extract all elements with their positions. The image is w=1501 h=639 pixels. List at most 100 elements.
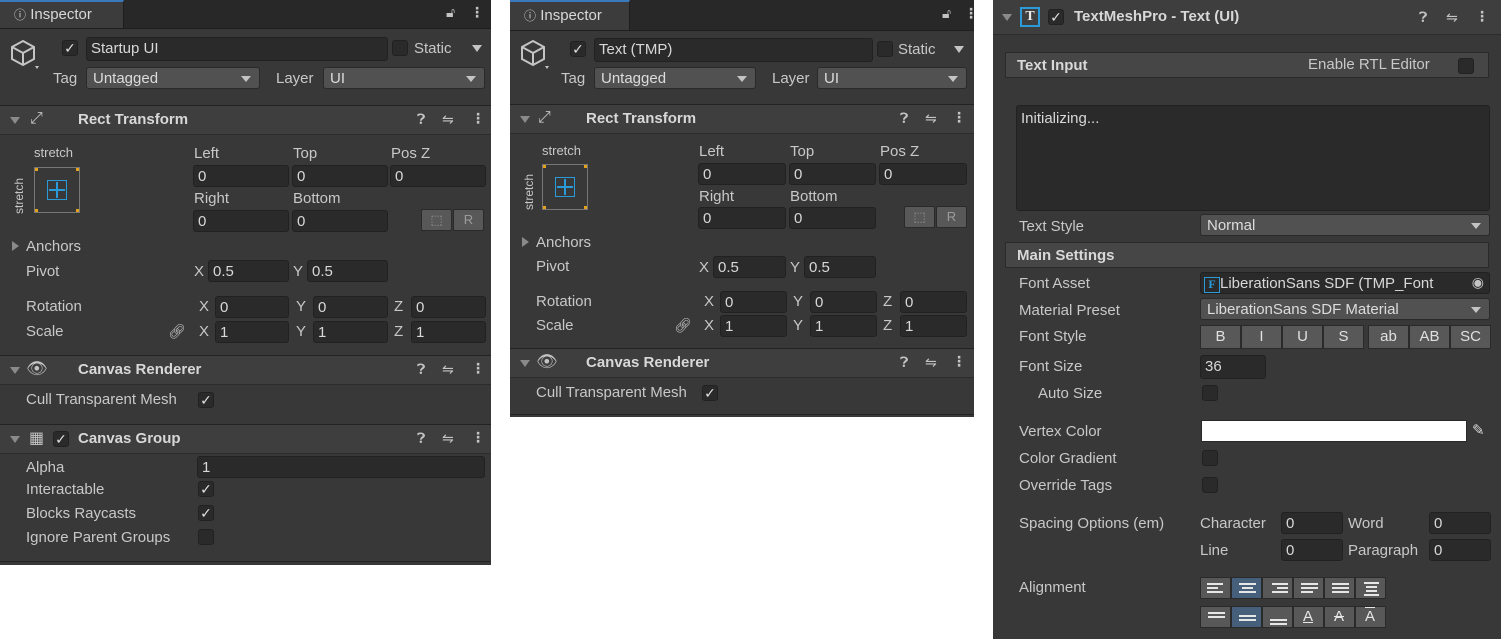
- kebab-menu-icon[interactable]: ⋮: [471, 360, 485, 377]
- align-bottom-button[interactable]: [1262, 606, 1293, 628]
- bottom-field[interactable]: 0: [292, 210, 388, 232]
- object-picker-icon[interactable]: ◉: [1472, 274, 1484, 291]
- align-midline-button[interactable]: A: [1324, 606, 1355, 628]
- scale-y-field[interactable]: 1: [810, 315, 877, 337]
- kebab-menu-icon[interactable]: ⋮: [470, 4, 484, 21]
- italic-button[interactable]: I: [1241, 325, 1282, 349]
- presets-icon[interactable]: ⇋: [442, 430, 454, 447]
- static-checkbox[interactable]: [877, 41, 893, 57]
- blueprint-mode-button[interactable]: ⬚: [421, 209, 452, 231]
- tmp-header[interactable]: T ✓ TextMeshPro - Text (UI) ❓︎ ⇋ ⋮: [993, 0, 1501, 35]
- scale-x-label[interactable]: X: [199, 323, 209, 340]
- constrain-proportions-icon[interactable]: 🔗︎: [674, 317, 692, 334]
- foldout-arrow[interactable]: [520, 360, 530, 367]
- foldout-arrow[interactable]: [10, 117, 20, 124]
- strikethrough-button[interactable]: S: [1323, 325, 1364, 349]
- gameobject-icon[interactable]: [519, 38, 549, 70]
- tab-inspector[interactable]: ⓘ Inspector: [510, 0, 630, 30]
- pivot-x-field[interactable]: 0.5: [713, 256, 786, 278]
- static-checkbox[interactable]: [392, 40, 408, 56]
- tag-dropdown[interactable]: Untagged: [86, 67, 260, 89]
- posz-field[interactable]: 0: [879, 163, 967, 185]
- anchor-presets-button[interactable]: [542, 164, 588, 210]
- help-icon[interactable]: ❓︎: [900, 354, 908, 371]
- layer-dropdown[interactable]: UI: [817, 67, 967, 89]
- foldout-arrow[interactable]: [10, 367, 20, 374]
- align-middle-button[interactable]: [1231, 606, 1262, 628]
- override-tags-checkbox[interactable]: [1202, 477, 1218, 493]
- font-asset-field[interactable]: F LiberationSans SDF (TMP_Font ◉: [1200, 272, 1490, 294]
- help-icon[interactable]: ❓︎: [417, 361, 425, 378]
- pivot-x-label[interactable]: X: [699, 259, 709, 276]
- scale-z-label[interactable]: Z: [394, 323, 403, 340]
- lock-icon[interactable]: 🔓︎: [446, 4, 455, 21]
- rotation-x-field[interactable]: 0: [720, 291, 787, 313]
- ignore-parent-groups-checkbox[interactable]: [198, 529, 214, 545]
- static-dropdown-arrow[interactable]: [954, 46, 964, 53]
- pivot-y-label[interactable]: Y: [790, 259, 800, 276]
- left-field[interactable]: 0: [193, 165, 289, 187]
- rotation-x-field[interactable]: 0: [215, 296, 289, 318]
- scale-z-label[interactable]: Z: [883, 317, 892, 334]
- scale-x-field[interactable]: 1: [720, 315, 787, 337]
- alpha-field[interactable]: 1: [197, 456, 485, 478]
- align-left-button[interactable]: [1200, 577, 1231, 599]
- anchors-label[interactable]: Anchors: [536, 234, 591, 251]
- constrain-proportions-icon[interactable]: 🔗︎: [168, 323, 186, 340]
- rotation-y-field[interactable]: 0: [313, 296, 388, 318]
- paragraph-spacing-field[interactable]: 0: [1429, 539, 1491, 561]
- align-geometry-center-button[interactable]: [1355, 577, 1386, 599]
- align-flush-button[interactable]: [1324, 577, 1355, 599]
- rotation-z-label[interactable]: Z: [883, 293, 892, 310]
- rtl-editor-checkbox[interactable]: [1458, 58, 1474, 74]
- smallcaps-button[interactable]: SC: [1450, 325, 1491, 349]
- material-preset-dropdown[interactable]: LiberationSans SDF Material: [1200, 298, 1490, 320]
- line-spacing-field[interactable]: 0: [1281, 539, 1343, 561]
- right-field[interactable]: 0: [698, 207, 786, 229]
- rotation-z-field[interactable]: 0: [900, 291, 967, 313]
- align-top-button[interactable]: [1200, 606, 1231, 628]
- canvas-group-header[interactable]: ▦ ✓ Canvas Group ❓︎ ⇋ ⋮: [0, 424, 491, 454]
- anchors-label[interactable]: Anchors: [26, 238, 81, 255]
- canvas-group-enabled-checkbox[interactable]: ✓: [53, 431, 69, 447]
- rect-transform-header[interactable]: ⤢ Rect Transform ❓︎ ⇋ ⋮: [0, 105, 491, 135]
- bold-button[interactable]: B: [1200, 325, 1241, 349]
- presets-icon[interactable]: ⇋: [925, 110, 937, 127]
- posz-field[interactable]: 0: [390, 165, 486, 187]
- scale-z-field[interactable]: 1: [900, 315, 967, 337]
- cull-transparent-mesh-checkbox[interactable]: ✓: [198, 392, 214, 408]
- underline-button[interactable]: U: [1282, 325, 1323, 349]
- font-size-field[interactable]: 36: [1200, 355, 1266, 379]
- pivot-y-field[interactable]: 0.5: [804, 256, 876, 278]
- text-style-dropdown[interactable]: Normal: [1200, 214, 1490, 236]
- static-dropdown-arrow[interactable]: [472, 45, 482, 52]
- presets-icon[interactable]: ⇋: [925, 354, 937, 371]
- canvas-renderer-header[interactable]: 👁︎ Canvas Renderer ❓︎ ⇋ ⋮: [510, 348, 974, 378]
- kebab-menu-icon[interactable]: ⋮: [1475, 8, 1489, 25]
- top-field[interactable]: 0: [789, 163, 876, 185]
- presets-icon[interactable]: ⇋: [442, 111, 454, 128]
- active-checkbox[interactable]: ✓: [62, 40, 78, 56]
- blocks-raycasts-checkbox[interactable]: ✓: [198, 505, 214, 521]
- align-right-button[interactable]: [1262, 577, 1293, 599]
- rotation-y-label[interactable]: Y: [793, 293, 803, 310]
- align-baseline-button[interactable]: A: [1293, 606, 1324, 628]
- uppercase-button[interactable]: AB: [1409, 325, 1450, 349]
- presets-icon[interactable]: ⇋: [442, 361, 454, 378]
- kebab-menu-icon[interactable]: ⋮: [964, 5, 978, 22]
- scale-z-field[interactable]: 1: [411, 321, 486, 343]
- rect-transform-header[interactable]: ⤢ Rect Transform ❓︎ ⇋ ⋮: [510, 104, 974, 134]
- align-capline-button[interactable]: A: [1355, 606, 1386, 628]
- tag-dropdown[interactable]: Untagged: [594, 67, 756, 89]
- object-name-field[interactable]: Startup UI: [86, 37, 388, 61]
- layer-dropdown[interactable]: UI: [323, 67, 485, 89]
- rotation-y-field[interactable]: 0: [810, 291, 877, 313]
- rotation-z-field[interactable]: 0: [411, 296, 486, 318]
- rotation-x-label[interactable]: X: [199, 298, 209, 315]
- right-field[interactable]: 0: [193, 210, 289, 232]
- rotation-z-label[interactable]: Z: [394, 298, 403, 315]
- bottom-field[interactable]: 0: [789, 207, 876, 229]
- auto-size-checkbox[interactable]: [1202, 385, 1218, 401]
- scale-x-field[interactable]: 1: [215, 321, 289, 343]
- align-center-button[interactable]: [1231, 577, 1262, 599]
